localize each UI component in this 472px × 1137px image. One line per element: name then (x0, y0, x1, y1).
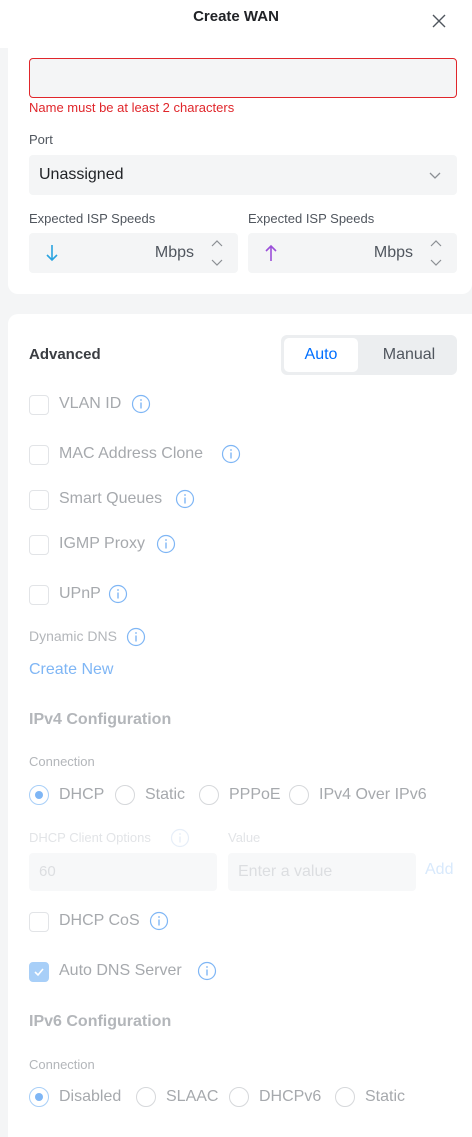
info-icon[interactable] (197, 961, 217, 981)
create-new-link[interactable]: Create New (29, 661, 113, 679)
value-label: Value (228, 830, 261, 845)
dialog-title: Create WAN (193, 8, 279, 25)
radio-static-v6[interactable] (335, 1087, 355, 1107)
smart-queues-checkbox[interactable] (29, 490, 49, 510)
dhcp-value-placeholder: Enter a value (238, 863, 333, 880)
name-error-message: Name must be at least 2 characters (29, 100, 235, 115)
radio-pppoe[interactable] (199, 785, 219, 805)
upload-speed-unit: Mbps (373, 244, 413, 261)
ipv6-connection-label: Connection (29, 1057, 95, 1072)
dhcp-client-option-select: 60 (29, 853, 217, 891)
ipv6-section-title: IPv6 Configuration (29, 1013, 172, 1030)
close-icon[interactable] (430, 12, 448, 30)
info-icon[interactable] (126, 627, 146, 647)
dhcp-value-input: Enter a value (228, 853, 416, 891)
add-button: Add (425, 861, 454, 878)
radio-dhcp-label: DHCP (59, 786, 105, 803)
mac-clone-checkbox[interactable] (29, 445, 49, 465)
download-speed-input[interactable]: Mbps (29, 233, 238, 273)
download-speed-label: Expected ISP Speeds (29, 211, 156, 226)
info-icon[interactable] (221, 444, 241, 464)
radio-slaac[interactable] (136, 1087, 156, 1107)
info-icon[interactable] (131, 394, 151, 414)
stepper-icon[interactable] (210, 238, 224, 268)
radio-ipv4-over-ipv6-label: IPv4 Over IPv6 (319, 786, 427, 803)
info-icon[interactable] (175, 489, 195, 509)
dhcp-cos-checkbox[interactable] (29, 912, 49, 932)
port-select-value: Unassigned (39, 166, 124, 183)
advanced-title: Advanced (29, 346, 101, 363)
info-icon[interactable] (108, 584, 128, 604)
ipv6-connection-group: Disabled SLAAC DHCPv6 Static (29, 1086, 449, 1108)
download-speed-unit: Mbps (154, 244, 194, 261)
arrow-up-icon (265, 244, 277, 261)
port-label: Port (29, 132, 53, 147)
info-icon[interactable] (149, 911, 169, 931)
info-icon[interactable] (156, 534, 176, 554)
dhcp-cos-label: DHCP CoS (59, 912, 140, 929)
mode-auto-button[interactable]: Auto (284, 338, 358, 372)
ipv4-section-title: IPv4 Configuration (29, 711, 172, 728)
radio-ipv4-over-ipv6[interactable] (289, 785, 309, 805)
smart-queues-label: Smart Queues (59, 490, 163, 507)
info-icon (170, 828, 190, 848)
chevron-down-icon (429, 172, 441, 179)
radio-slaac-label: SLAAC (166, 1088, 219, 1105)
port-select[interactable]: Unassigned (29, 155, 457, 195)
mode-manual-button[interactable]: Manual (363, 338, 455, 372)
ipv4-connection-label: Connection (29, 754, 95, 769)
upload-speed-input[interactable]: Mbps (248, 233, 457, 273)
igmp-proxy-checkbox[interactable] (29, 535, 49, 555)
radio-disabled[interactable] (29, 1087, 49, 1107)
dhcp-client-option-value: 60 (39, 863, 56, 880)
dynamic-dns-label: Dynamic DNS (29, 628, 117, 644)
auto-dns-checkbox[interactable] (29, 962, 49, 982)
upnp-checkbox[interactable] (29, 585, 49, 605)
mac-clone-label: MAC Address Clone (59, 445, 204, 462)
igmp-proxy-label: IGMP Proxy (59, 535, 145, 552)
arrow-down-icon (46, 245, 58, 262)
radio-static-v6-label: Static (365, 1088, 406, 1105)
upnp-label: UPnP (59, 585, 101, 602)
dhcp-client-options-label: DHCP Client Options (29, 830, 151, 845)
ipv4-connection-group: DHCP Static PPPoE IPv4 Over IPv6 (29, 784, 449, 806)
auto-dns-label: Auto DNS Server (59, 962, 182, 979)
radio-static-label: Static (145, 786, 186, 803)
checkmark-icon (34, 968, 44, 977)
dialog-header: Create WAN (0, 0, 472, 48)
radio-dhcp[interactable] (29, 785, 49, 805)
radio-static[interactable] (115, 785, 135, 805)
vlan-id-label: VLAN ID (59, 395, 122, 412)
radio-dhcpv6-label: DHCPv6 (259, 1088, 322, 1105)
stepper-icon[interactable] (429, 238, 443, 268)
radio-disabled-label: Disabled (59, 1088, 122, 1105)
radio-pppoe-label: PPPoE (229, 786, 281, 803)
name-input[interactable] (29, 58, 457, 98)
vlan-id-checkbox[interactable] (29, 395, 49, 415)
upload-speed-label: Expected ISP Speeds (248, 211, 375, 226)
radio-dhcpv6[interactable] (229, 1087, 249, 1107)
advanced-mode-toggle: Auto Manual (281, 335, 457, 375)
